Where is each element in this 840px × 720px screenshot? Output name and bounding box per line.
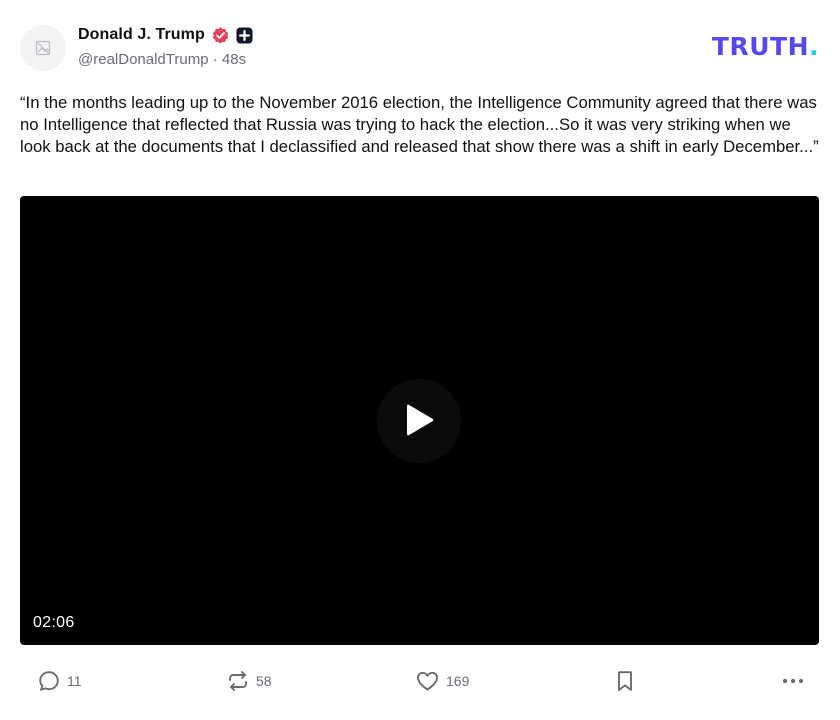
like-count: 169 [446,673,470,689]
video-duration: 02:06 [33,614,75,631]
play-icon [407,404,434,436]
post-body-text: “In the months leading up to the Novembe… [20,93,819,156]
verified-badge-icon [211,26,230,45]
retruth-icon [229,671,247,691]
play-button[interactable] [377,379,461,463]
reply-button[interactable]: 11 [37,664,82,698]
truth-post: Donald J. Trump @realDonaldTrump · 48s T… [0,0,840,720]
retruth-count: 58 [256,673,272,689]
avatar[interactable] [20,25,66,71]
reply-icon [39,671,59,691]
like-button[interactable]: 169 [415,664,469,698]
truth-logo-dot: . [809,32,819,61]
truth-logo: TRUTH. [712,34,819,59]
author-handle-row: @realDonaldTrump · 48s [78,51,246,68]
post-header: Donald J. Trump @realDonaldTrump · 48s [20,24,820,76]
reply-count: 11 [67,673,82,689]
more-options-button[interactable] [780,664,806,698]
bookmark-button[interactable] [614,664,636,698]
meta-separator: · [212,51,218,68]
post-timestamp[interactable]: 48s [222,51,246,68]
author-display-name[interactable]: Donald J. Trump [78,26,205,44]
author-name-row: Donald J. Trump [78,24,253,46]
truth-logo-text: TRUTH [711,32,809,61]
plus-badge-icon [236,26,253,44]
video-player[interactable]: 02:06 [20,196,819,645]
broken-image-icon [35,40,51,56]
author-handle[interactable]: @realDonaldTrump [78,51,209,68]
retruth-button[interactable]: 58 [226,664,272,698]
bookmark-icon [618,671,632,691]
more-icon [782,678,804,684]
heart-icon [417,671,438,691]
post-actions-bar: 11 58 169 [0,664,840,698]
